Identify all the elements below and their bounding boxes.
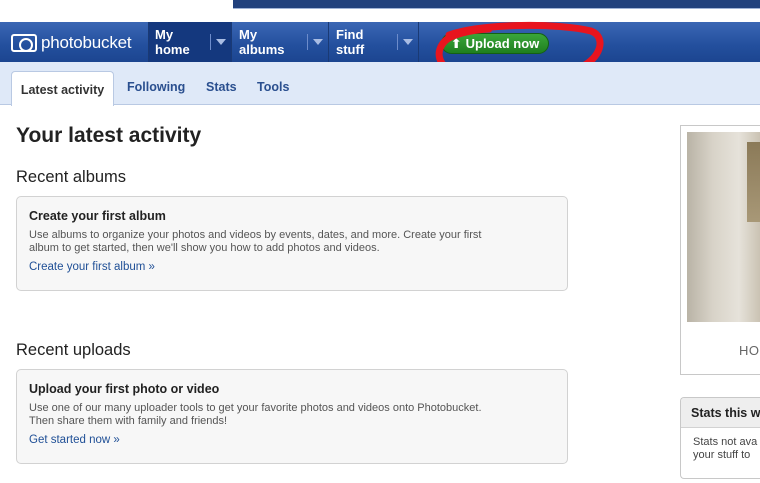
nav-tab-my-home[interactable]: My home — [148, 22, 232, 62]
logo-text: photobucket — [41, 33, 132, 52]
photobucket-logo[interactable]: photobucket — [11, 32, 132, 54]
nav-tab-my-albums[interactable]: My albums — [233, 22, 329, 62]
nav-tab-label: My albums — [239, 27, 285, 57]
stats-text-line: Stats not ava — [693, 436, 758, 448]
promo-box: HO — [680, 125, 760, 375]
card-description: Use one of our many uploader tools to ge… — [29, 402, 555, 428]
stats-body: Stats not ava your stuff to — [681, 428, 760, 462]
nav-tab-label: Find stuff — [336, 27, 365, 57]
subtab-latest-activity[interactable]: Latest activity — [11, 71, 114, 106]
create-album-card: Create your first album Use albums to or… — [16, 196, 568, 291]
nav-tab-find-stuff[interactable]: Find stuff — [330, 22, 419, 62]
card-title: Create your first album — [29, 209, 166, 223]
camera-logo-icon — [11, 34, 37, 52]
card-description-line: Then share them with family and friends! — [29, 415, 228, 427]
recent-albums-heading: Recent albums — [16, 168, 127, 186]
nav-tab-divider — [307, 34, 308, 50]
upload-now-button[interactable]: ⬆ Upload now — [441, 33, 549, 54]
create-album-link[interactable]: Create your first album » — [29, 261, 555, 273]
subtab-stats[interactable]: Stats — [206, 80, 237, 94]
card-description-line: Use albums to organize your photos and v… — [29, 229, 482, 241]
main-navbar: photobucket My home My albums Find stuff — [0, 22, 760, 62]
card-title: Upload your first photo or video — [29, 382, 220, 396]
upload-first-card: Upload your first photo or video Use one… — [16, 369, 568, 464]
promo-image[interactable] — [687, 132, 760, 322]
subtab-following[interactable]: Following — [127, 80, 185, 94]
stats-heading: Stats this w — [681, 398, 760, 428]
nav-tab-divider — [397, 34, 398, 50]
top-dark-band — [233, 0, 760, 8]
sub-navigation: Latest activity Following Stats Tools — [0, 62, 760, 106]
get-started-link[interactable]: Get started now » — [29, 434, 555, 446]
browser-top-strip — [0, 0, 760, 22]
top-light-line — [233, 8, 760, 9]
page-title: Your latest activity — [16, 124, 202, 147]
arrow-up-icon: ⬆ — [450, 35, 462, 51]
subtab-tools[interactable]: Tools — [257, 80, 289, 94]
chevron-down-icon[interactable] — [313, 39, 323, 45]
stats-text-line: your stuff to — [693, 449, 751, 461]
card-description-line: album to get started, then we'll show yo… — [29, 242, 380, 254]
chevron-down-icon[interactable] — [216, 39, 226, 45]
chevron-down-icon[interactable] — [403, 39, 413, 45]
upload-now-label: Upload now — [465, 36, 540, 51]
nav-tab-label: My home — [155, 27, 190, 57]
card-description-line: Use one of our many uploader tools to ge… — [29, 402, 482, 414]
recent-uploads-heading: Recent uploads — [16, 341, 131, 359]
stats-box: Stats this w Stats not ava your stuff to — [680, 397, 760, 479]
promo-caption: HO — [739, 343, 760, 358]
nav-tab-divider — [210, 34, 211, 50]
card-description: Use albums to organize your photos and v… — [29, 229, 555, 255]
